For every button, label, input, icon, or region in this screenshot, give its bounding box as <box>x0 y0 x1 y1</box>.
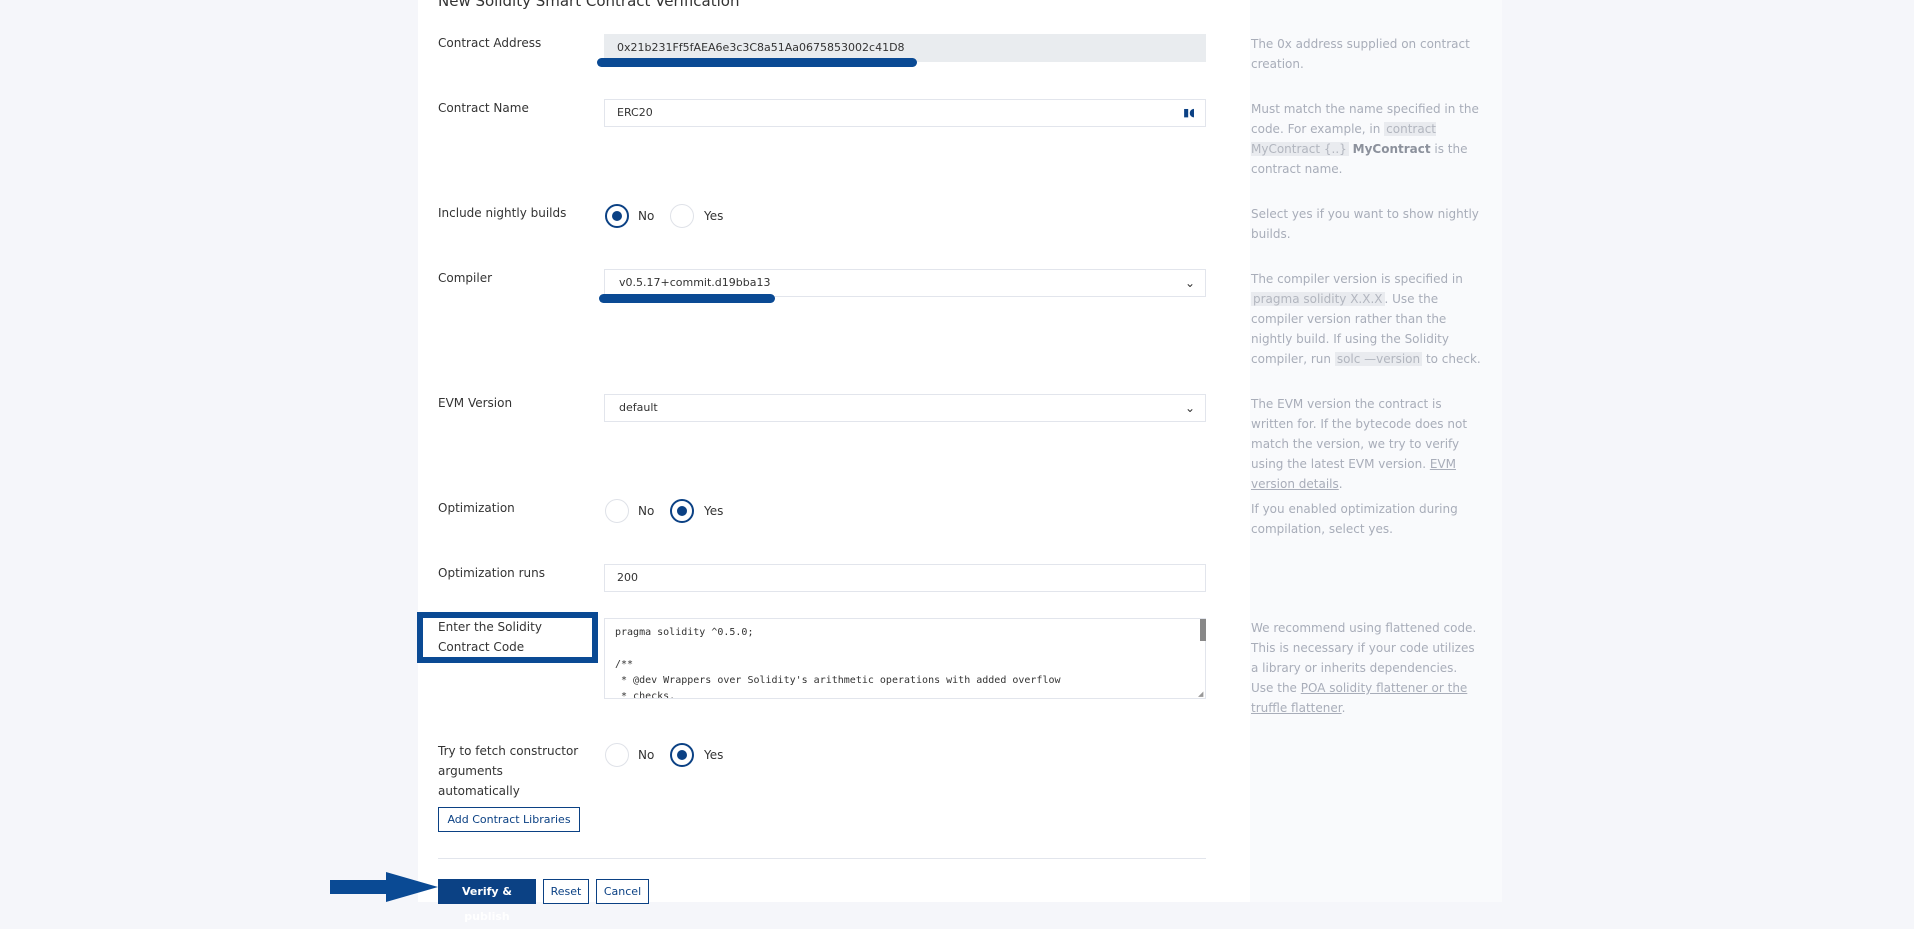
page-title: New Solidity Smart Contract Verification <box>438 0 740 10</box>
optimization-help: If you enabled optimization during compi… <box>1251 502 1458 536</box>
evm-version-help: The EVM version the contract is written … <box>1251 397 1468 491</box>
constructor-yes-radio[interactable] <box>670 743 694 767</box>
constructor-no-radio[interactable] <box>605 743 629 767</box>
optimization-yes-radio[interactable] <box>670 499 694 523</box>
compiler-help: The compiler version is specified in pra… <box>1251 272 1481 366</box>
annotation-underline-compiler <box>599 294 775 303</box>
constructor-no-label: No <box>638 748 655 762</box>
source-code-label: Enter the Solidity Contract Code <box>438 620 542 654</box>
evm-version-value: default <box>619 401 658 414</box>
nightly-yes-label: Yes <box>704 209 724 223</box>
contract-name-help: Must match the name specified in the cod… <box>1251 102 1479 176</box>
nightly-yes-radio[interactable] <box>670 204 694 228</box>
annotation-underline-address <box>597 58 917 67</box>
compiler-label: Compiler <box>438 271 493 285</box>
evm-version-select[interactable]: default ⌄ <box>604 394 1206 422</box>
resize-handle-icon[interactable]: ◢ <box>1198 690 1203 698</box>
verify-publish-button[interactable]: Verify & publish <box>438 879 536 923</box>
chevron-down-icon: ⌄ <box>1184 401 1195 415</box>
arrow-right-icon <box>330 872 438 902</box>
password-manager-icon[interactable]: ▮◖ <box>1183 100 1195 126</box>
optimization-runs-input[interactable]: 200 <box>604 564 1206 592</box>
constructor-args-label: Try to fetch constructor arguments autom… <box>438 744 579 798</box>
evm-version-label: EVM Version <box>438 396 513 410</box>
constructor-yes-label: Yes <box>704 748 724 762</box>
nightly-no-radio[interactable] <box>605 204 629 228</box>
nightly-builds-label: Include nightly builds <box>438 206 567 220</box>
contract-name-input[interactable]: ERC20 ▮◖ <box>604 99 1206 127</box>
source-code-textarea[interactable]: pragma solidity ^0.5.0; /** * @dev Wrapp… <box>604 618 1206 699</box>
contract-address-value: 0x21b231Ff5fAEA6e3c3C8a51Aa0675853002c41… <box>617 41 905 54</box>
reset-button[interactable]: Reset <box>543 879 589 904</box>
cancel-button[interactable]: Cancel <box>596 879 649 904</box>
chevron-down-icon: ⌄ <box>1184 276 1195 290</box>
compiler-value: v0.5.17+commit.d19bba13 <box>619 276 771 289</box>
divider <box>438 858 1206 859</box>
optimization-no-label: No <box>638 504 655 518</box>
contract-address-help: The 0x address supplied on contract crea… <box>1251 37 1470 71</box>
source-code-help: We recommend using flattened code. This … <box>1251 621 1477 715</box>
add-contract-libraries-button[interactable]: Add Contract Libraries <box>438 807 580 832</box>
optimization-runs-value: 200 <box>617 571 638 584</box>
nightly-builds-help: Select yes if you want to show nightly b… <box>1251 207 1479 241</box>
code-scrollbar[interactable] <box>1200 619 1206 641</box>
contract-address-label: Contract Address <box>438 36 542 50</box>
optimization-yes-label: Yes <box>704 504 724 518</box>
optimization-runs-label: Optimization runs <box>438 566 545 580</box>
optimization-label: Optimization <box>438 501 515 515</box>
compiler-select[interactable]: v0.5.17+commit.d19bba13 ⌄ <box>604 269 1206 297</box>
contract-name-label: Contract Name <box>438 101 529 115</box>
nightly-no-label: No <box>638 209 655 223</box>
contract-name-value: ERC20 <box>617 106 653 119</box>
optimization-no-radio[interactable] <box>605 499 629 523</box>
